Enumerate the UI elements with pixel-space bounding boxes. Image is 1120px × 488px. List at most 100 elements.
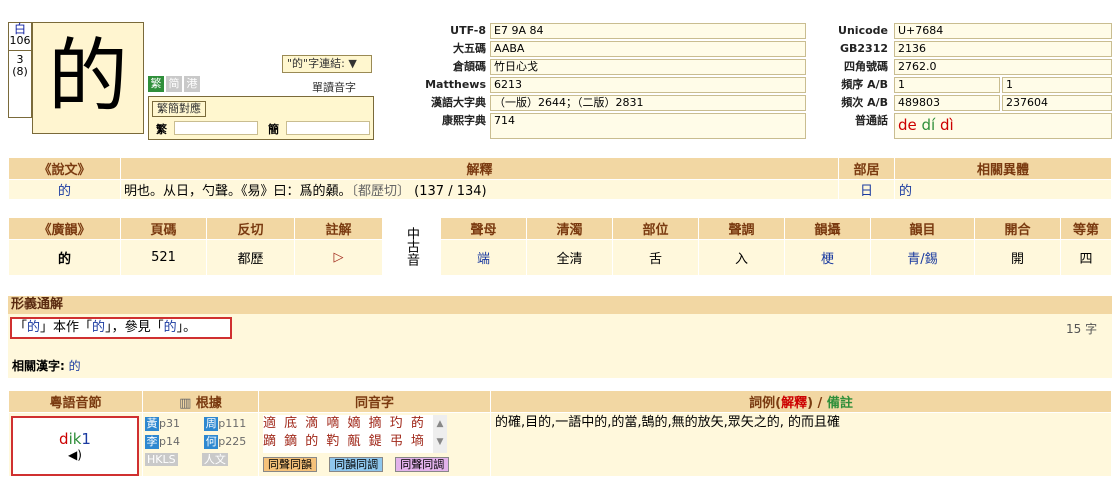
guangyun-header: 《廣韻》	[8, 217, 121, 240]
renwen-tag[interactable]: 人文	[201, 453, 228, 466]
same-final-tone-button[interactable]: 同韻同調	[329, 457, 384, 472]
unicode-value: U+7684	[894, 23, 1112, 39]
freq-rank-a: 1	[894, 77, 1000, 93]
explanation-text: 明也。从日，勺聲。《易》曰：爲的顙。	[124, 184, 352, 199]
matthews-label: Matthews	[425, 78, 486, 91]
matthews-value: 6213	[490, 77, 806, 93]
xingyi-char-link[interactable]: 的	[92, 320, 105, 335]
trad-field[interactable]	[174, 121, 258, 135]
place-header: 部位	[612, 217, 699, 240]
voicing-header: 清濁	[526, 217, 613, 240]
utf8-value: E7 9A 84	[490, 23, 806, 39]
shuowen-char[interactable]: 的	[8, 179, 121, 200]
source-header-label: 根據	[195, 396, 222, 411]
kangxi-value[interactable]: 714	[490, 113, 806, 139]
radical-info: 白 106 3 (8)	[8, 22, 32, 118]
word-count: 15 字	[1066, 322, 1098, 336]
fanqie-header: 反切	[206, 217, 295, 240]
source-header: ▥ 根據	[142, 390, 259, 413]
shuowen-explanation: 明也。从日，勺聲。《易》曰：爲的顙。〔都歷切〕 (137 / 134)	[120, 179, 839, 200]
xingyi-char-link[interactable]: 的	[27, 320, 40, 335]
guangyun-openness: 開	[974, 239, 1061, 276]
guangyun-rhyme[interactable]: 青/錫	[870, 239, 975, 276]
source-page: p225	[218, 435, 247, 448]
pinyin-reading[interactable]: dí	[922, 116, 936, 134]
guangyun-place: 舌	[612, 239, 699, 276]
rhyme-group-header: 韻攝	[784, 217, 871, 240]
hkls-tag[interactable]: HKLS	[145, 453, 178, 466]
guangyun-voicing: 全清	[526, 239, 613, 276]
homophone-header: 同音字	[258, 390, 491, 413]
simp-label: 簡	[268, 123, 279, 136]
total-strokes: (8)	[12, 65, 28, 78]
xingyi-text-part: 」本作「	[40, 320, 93, 335]
char-link-dropdown[interactable]: "的"字連結: ▼	[282, 55, 372, 73]
big5-value: AABA	[490, 41, 806, 57]
guangyun-note-toggle[interactable]: ▷	[294, 239, 383, 276]
hydzd-value[interactable]: （一版）2644；（二版）2831	[490, 95, 806, 111]
hydzd-label: 漢語大字典	[431, 96, 486, 109]
source-page: p111	[218, 417, 247, 430]
freq-rank-label: 頻序 A/B	[841, 78, 888, 91]
freq-rank-b: 1	[1002, 77, 1112, 93]
xingyi-char-link[interactable]: 的	[164, 320, 177, 335]
source-badge[interactable]: 李	[145, 435, 159, 449]
source-page: p31	[159, 417, 180, 430]
guangyun-tone: 入	[698, 239, 785, 276]
xingyi-text: 「的」本作「的」，參見「的」。	[10, 317, 232, 339]
homophone-row[interactable]: 適 底 滴 嘀 嫡 摘 玓 菂	[263, 415, 433, 433]
unicode-label: Unicode	[838, 24, 888, 37]
jyutping-box: dik1 ◀)	[11, 416, 139, 476]
freq-count-label: 頻次 A/B	[841, 96, 888, 109]
xingyi-text-part: 」。	[176, 320, 197, 335]
cangjie-value: 竹日心戈	[490, 59, 806, 75]
same-initial-tone-button[interactable]: 同聲同調	[395, 457, 450, 472]
single-reading-label: 單讀音字	[312, 81, 356, 94]
variant-hk-button[interactable]: 港	[184, 76, 200, 92]
guangyun-char: 的	[8, 239, 121, 276]
source-badge[interactable]: 周	[204, 417, 219, 431]
related-char-link[interactable]: 的	[69, 359, 81, 373]
cantonese-table: 粵語音節 ▥ 根據 同音字 詞例(解釋) / 備註 黃 p31 周 p111 李 p1…	[8, 390, 1112, 477]
source-badge[interactable]: 何	[204, 435, 219, 449]
pinyin-reading[interactable]: dì	[940, 116, 954, 134]
guangyun-grade: 四	[1060, 239, 1112, 276]
correspondence-tab[interactable]: 繁簡對應	[152, 101, 206, 117]
shuowen-header: 《說文》	[8, 157, 121, 180]
shuowen-bu[interactable]: 日	[838, 179, 895, 200]
note-label: 備註	[826, 396, 853, 411]
guangyun-initial[interactable]: 端	[440, 239, 527, 276]
explanation-header: 解釋	[120, 157, 839, 180]
shuowen-variant[interactable]: 的	[894, 179, 1112, 200]
syllable-header: 粵語音節	[8, 390, 143, 413]
homophone-scrollbar[interactable]: ▲ ▼	[433, 415, 447, 453]
rhyme-header: 韻目	[870, 217, 975, 240]
simp-field[interactable]	[286, 121, 370, 135]
guangyun-fanqie: 都歷	[206, 239, 295, 276]
variant-simp-button[interactable]: 简	[166, 76, 182, 92]
gb2312-label: GB2312	[839, 42, 888, 55]
jyutping-romanization[interactable]: dik1	[13, 430, 137, 448]
homophone-cell: 適 底 滴 嘀 嫡 摘 玓 菂 蹢 鏑 的 靮 甋 鍉 弔 墒 ▲ ▼ 同聲同韻 …	[258, 412, 491, 477]
big5-label: 大五碼	[453, 42, 486, 55]
variant-header: 相關異體	[894, 157, 1112, 180]
putonghua-label: 普通話	[855, 114, 888, 127]
four-corner-label: 四角號碼	[844, 60, 888, 73]
homophone-row[interactable]: 蹢 鏑 的 靮 甋 鍉 弔 墒	[263, 433, 433, 451]
putonghua-readings: de dí dì	[894, 113, 1112, 139]
variant-tabs: 繁简港	[148, 76, 202, 92]
guangyun-rhyme-group[interactable]: 梗	[784, 239, 871, 276]
openness-header: 開合	[974, 217, 1061, 240]
same-initial-final-button[interactable]: 同聲同韻	[263, 457, 317, 472]
source-badge[interactable]: 黃	[145, 417, 159, 431]
radical-number: 106	[9, 34, 31, 47]
related-chars: 相關漢字: 的	[12, 357, 81, 374]
speaker-icon[interactable]: ◀)	[13, 448, 137, 462]
initial-header: 聲母	[440, 217, 527, 240]
variant-trad-button[interactable]: 繁	[148, 76, 164, 92]
guangyun-page: 521	[120, 239, 207, 276]
source-cell: 黃 p31 周 p111 李 p14 何 p225 HKLS 人文	[142, 412, 259, 477]
four-corner-value: 2762.0	[894, 59, 1112, 75]
related-label: 相關漢字:	[12, 359, 65, 373]
pinyin-reading[interactable]: de	[898, 116, 917, 134]
